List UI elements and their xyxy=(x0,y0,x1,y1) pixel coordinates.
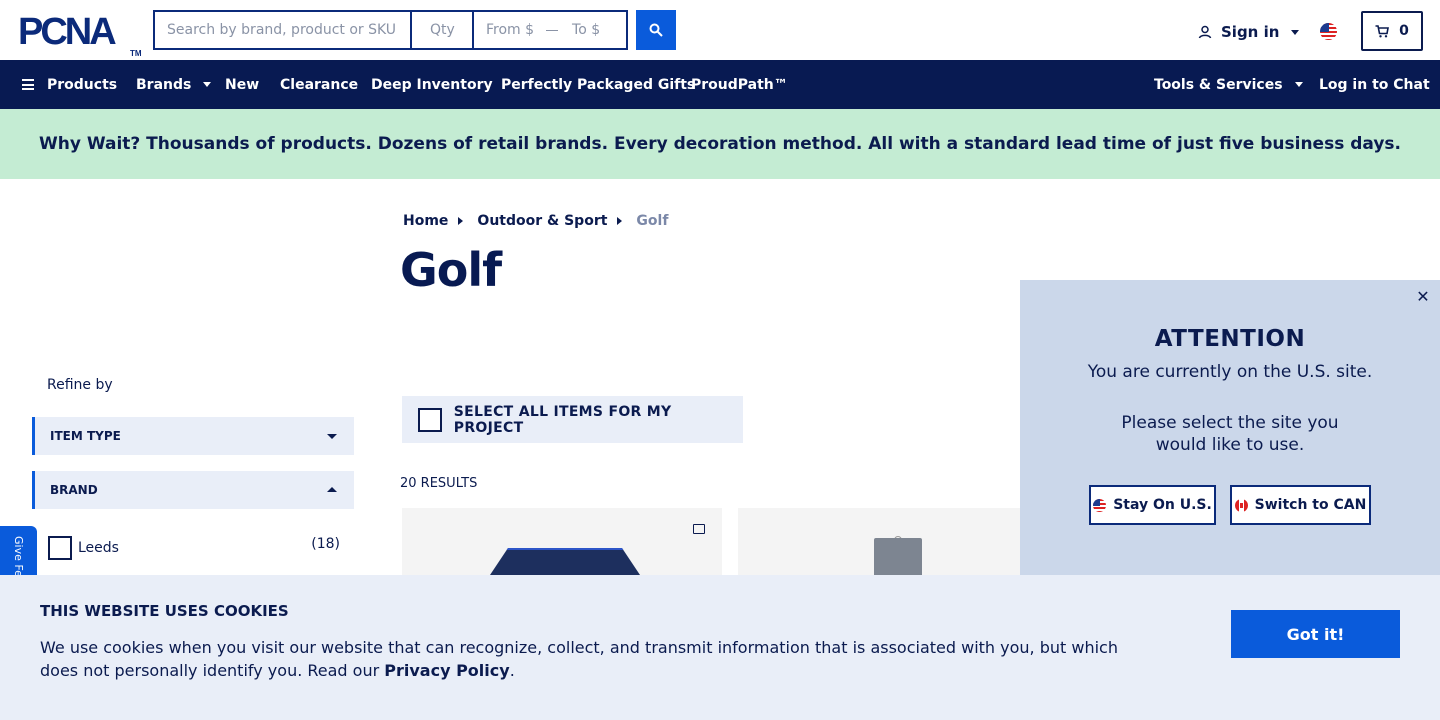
sign-in-menu[interactable]: Sign in xyxy=(1198,20,1300,44)
nav-tools-label: Tools & Services xyxy=(1154,76,1283,93)
breadcrumb: Home Outdoor & Sport Golf xyxy=(403,213,668,229)
nav-new[interactable]: New xyxy=(225,60,259,109)
chevron-down-icon xyxy=(1291,29,1300,35)
chevron-down-icon xyxy=(1294,82,1303,87)
brand-filter-leeds[interactable]: Leeds (18) xyxy=(48,536,340,560)
feedback-label: Give Feedback xyxy=(12,536,25,576)
promo-text: Why Wait? Thousands of products. Dozens … xyxy=(38,134,1402,154)
pcna-logo[interactable]: PCNA TM xyxy=(18,11,142,58)
stay-us-label: Stay On U.S. xyxy=(1113,497,1212,513)
breadcrumb-home[interactable]: Home xyxy=(403,213,448,229)
stay-us-button[interactable]: Stay On U.S. xyxy=(1089,485,1216,525)
main-nav: Products Brands New Clearance Deep Inven… xyxy=(0,60,1440,109)
price-to-input[interactable]: To $ xyxy=(572,22,600,38)
nav-products-label: Products xyxy=(47,76,118,93)
hamburger-icon xyxy=(22,79,34,90)
search-group: Search by brand, product or SKU Qty From… xyxy=(153,10,628,50)
chevron-up-icon xyxy=(327,487,337,492)
logo-text: PCNA xyxy=(18,11,117,53)
nav-chat-login[interactable]: Log in to Chat xyxy=(1319,60,1430,109)
price-range: From $ To $ xyxy=(474,12,626,48)
facet-item-type[interactable]: ITEM TYPE xyxy=(32,417,354,455)
select-all-project[interactable]: SELECT ALL ITEMS FOR MY PROJECT xyxy=(402,396,743,443)
brand-label: Leeds xyxy=(78,540,119,556)
search-button[interactable] xyxy=(636,10,676,50)
cart-count: 0 xyxy=(1399,23,1409,39)
cookie-text: We use cookies when you visit our websit… xyxy=(40,636,1150,682)
search-input[interactable]: Search by brand, product or SKU xyxy=(155,12,412,48)
chevron-right-icon xyxy=(617,217,623,225)
search-icon xyxy=(649,23,663,37)
nav-clearance[interactable]: Clearance xyxy=(280,60,358,109)
chevron-down-icon xyxy=(327,434,337,439)
us-flag-icon xyxy=(1093,498,1107,512)
breadcrumb-outdoor-sport[interactable]: Outdoor & Sport xyxy=(477,213,607,229)
switch-can-button[interactable]: Switch to CAN xyxy=(1230,485,1371,525)
facet-brand[interactable]: BRAND xyxy=(32,471,354,509)
nav-products[interactable]: Products xyxy=(22,60,117,109)
chevron-right-icon xyxy=(458,217,464,225)
qty-input[interactable]: Qty xyxy=(412,12,474,48)
accept-cookies-button[interactable]: Got it! xyxy=(1231,610,1400,658)
brand-count: (18) xyxy=(311,536,340,552)
switch-can-label: Switch to CAN xyxy=(1254,497,1367,513)
site-select-dialog: ✕ ATTENTION You are currently on the U.S… xyxy=(1020,280,1440,576)
cookie-text-end: . xyxy=(509,661,515,680)
folder-icon[interactable] xyxy=(693,524,705,534)
product-image xyxy=(874,538,922,578)
sign-in-label: Sign in xyxy=(1221,23,1280,41)
nav-brands-label: Brands xyxy=(136,76,192,93)
cookie-text-body: We use cookies when you visit our websit… xyxy=(40,638,1118,680)
page-title: Golf xyxy=(400,243,502,297)
nav-brands[interactable]: Brands xyxy=(136,60,212,109)
breadcrumb-current: Golf xyxy=(636,213,669,229)
dialog-instruction: Please select the site you would like to… xyxy=(1121,413,1339,455)
dialog-title: ATTENTION xyxy=(1154,326,1306,352)
top-header: PCNA TM Search by brand, product or SKU … xyxy=(0,0,1440,60)
cart-icon xyxy=(1375,24,1390,37)
select-all-label: SELECT ALL ITEMS FOR MY PROJECT xyxy=(453,403,672,436)
facet-brand-label: BRAND xyxy=(50,483,98,497)
select-all-checkbox[interactable] xyxy=(418,407,442,432)
chevron-down-icon xyxy=(203,82,212,87)
privacy-policy-link[interactable]: Privacy Policy xyxy=(384,661,509,680)
refine-by-label: Refine by xyxy=(47,377,113,393)
nav-packaged-gifts[interactable]: Perfectly Packaged Gifts xyxy=(501,60,695,109)
nav-proudpath[interactable]: ProudPath™ xyxy=(691,60,788,109)
cart-button[interactable]: 0 xyxy=(1361,11,1423,51)
canada-flag-icon xyxy=(1234,498,1248,512)
brand-checkbox[interactable] xyxy=(48,536,72,560)
nav-tools-services[interactable]: Tools & Services xyxy=(1154,60,1303,109)
promo-banner: Why Wait? Thousands of products. Dozens … xyxy=(0,109,1440,179)
close-icon[interactable]: ✕ xyxy=(1416,289,1430,305)
feedback-tab[interactable]: Give Feedback xyxy=(0,526,37,576)
cookie-banner: THIS WEBSITE USES COOKIES We use cookies… xyxy=(0,575,1440,720)
range-dash xyxy=(546,29,559,31)
us-flag-icon[interactable] xyxy=(1320,23,1337,40)
user-icon xyxy=(1198,25,1212,39)
facet-item-type-label: ITEM TYPE xyxy=(50,429,121,443)
cookie-title: THIS WEBSITE USES COOKIES xyxy=(40,602,289,620)
results-count: 20 RESULTS xyxy=(400,476,478,491)
nav-deep-inventory[interactable]: Deep Inventory xyxy=(371,60,493,109)
price-from-input[interactable]: From $ xyxy=(486,22,534,38)
dialog-current-site: You are currently on the U.S. site. xyxy=(1087,362,1373,382)
